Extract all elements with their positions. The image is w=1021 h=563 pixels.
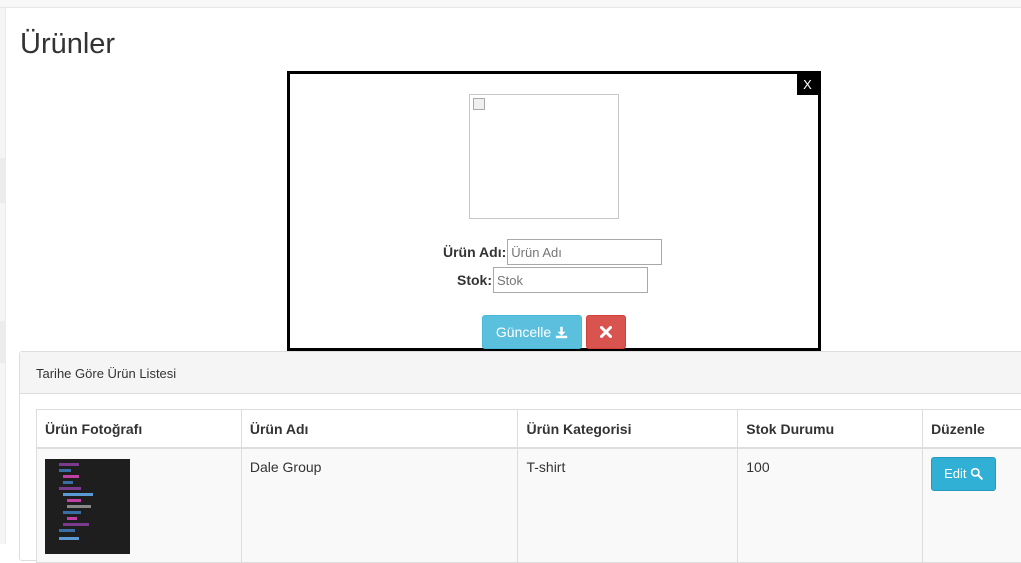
- product-category-cell: T-shirt: [518, 448, 738, 563]
- top-navbar: [0, 0, 1021, 8]
- header-photo: Ürün Fotoğrafı: [37, 410, 242, 448]
- edit-product-modal: X Ürün Adı: Stok: Güncelle: [287, 71, 821, 351]
- product-name-label: Ürün Adı:: [443, 244, 506, 260]
- edit-button-label: Edit: [944, 466, 966, 481]
- product-name-input[interactable]: [507, 239, 662, 265]
- sidebar-item[interactable]: [0, 158, 6, 203]
- header-category: Ürün Kategorisi: [518, 410, 738, 448]
- sidebar-edge: [0, 8, 6, 544]
- product-thumbnail: [45, 459, 130, 554]
- page-title: Ürünler: [20, 24, 115, 64]
- product-name-cell: Dale Group: [241, 448, 518, 563]
- panel-heading: Tarihe Göre Ürün Listesi: [20, 352, 1021, 394]
- edit-cell: Edit: [923, 448, 1021, 563]
- times-icon: [600, 323, 612, 340]
- product-stock-cell: 100: [738, 448, 923, 563]
- photo-cell: [37, 448, 242, 563]
- header-name: Ürün Adı: [241, 410, 518, 448]
- stock-input[interactable]: [493, 267, 648, 293]
- header-edit: Düzenle: [923, 410, 1021, 448]
- cancel-button[interactable]: [586, 315, 626, 349]
- edit-button[interactable]: Edit: [931, 457, 996, 491]
- product-list-panel: Tarihe Göre Ürün Listesi Ürün Fotoğrafı …: [19, 351, 1021, 561]
- product-image-preview: [469, 94, 619, 219]
- update-button-label: Güncelle: [496, 324, 551, 340]
- stock-label: Stok:: [457, 272, 492, 288]
- close-button[interactable]: X: [797, 74, 818, 95]
- products-table: Ürün Fotoğrafı Ürün Adı Ürün Kategorisi …: [36, 409, 1021, 563]
- sidebar-item[interactable]: [0, 321, 6, 363]
- broken-image-icon: [473, 98, 485, 110]
- update-button[interactable]: Güncelle: [482, 315, 582, 349]
- search-icon: [970, 466, 983, 481]
- stock-row: Stok:: [457, 267, 648, 293]
- header-stock: Stok Durumu: [738, 410, 923, 448]
- table-header-row: Ürün Fotoğrafı Ürün Adı Ürün Kategorisi …: [37, 410, 1021, 448]
- product-name-row: Ürün Adı:: [443, 239, 662, 265]
- table-row: Dale Group T-shirt 100 Edit: [37, 448, 1021, 563]
- download-icon: [555, 324, 568, 340]
